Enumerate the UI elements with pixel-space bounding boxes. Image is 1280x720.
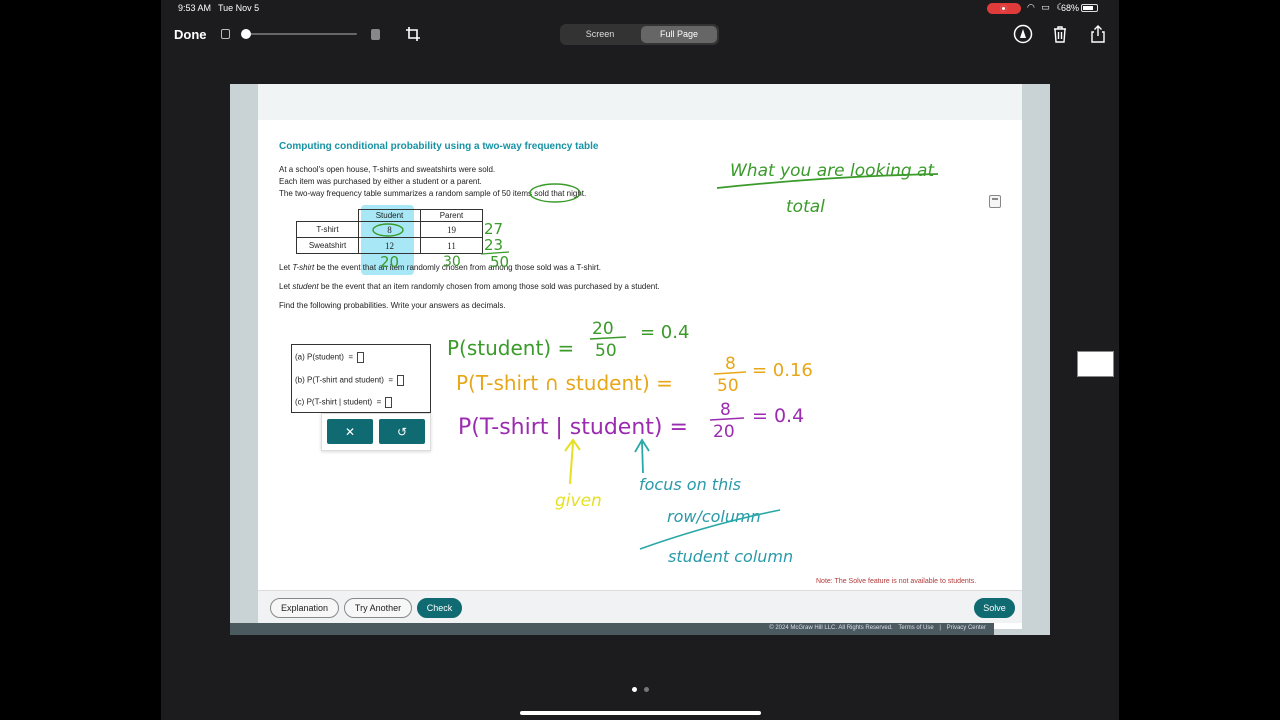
try-another-button[interactable]: Try Another xyxy=(344,598,412,618)
solve-note: Note: The Solve feature is not available… xyxy=(816,578,977,585)
event-tshirt-text: Let T-shirt be the event that an item ra… xyxy=(279,263,601,272)
ipad-screen: 9:53 AM Tue Nov 5 ◠ ▭ ☾ 68% Done Screen … xyxy=(161,0,1119,720)
copyright-text: © 2024 McGraw Hill LLC. All Rights Reser… xyxy=(769,625,893,631)
zoom-slider[interactable] xyxy=(244,33,357,35)
intro-line-3: The two-way frequency table summarizes a… xyxy=(279,189,587,198)
crop-icon[interactable] xyxy=(405,26,421,42)
zoom-slider-thumb[interactable] xyxy=(241,29,251,39)
col-header-student: Student xyxy=(358,209,421,222)
page-dot-active[interactable] xyxy=(632,687,637,692)
problem-title: Computing conditional probability using … xyxy=(279,141,599,152)
footer-separator: | xyxy=(939,625,941,631)
page-footer: © 2024 McGraw Hill LLC. All Rights Reser… xyxy=(230,623,994,635)
status-time: 9:53 AM xyxy=(178,3,212,13)
answer-a: (a) P(student) = xyxy=(295,352,365,363)
status-date: Tue Nov 5 xyxy=(218,3,260,13)
row-header-sweatshirt: Sweatshirt xyxy=(296,237,359,254)
answer-b-input[interactable] xyxy=(397,375,405,386)
solve-button[interactable]: Solve xyxy=(974,598,1015,618)
answer-c-input[interactable] xyxy=(385,397,393,408)
cell-sweatshirt-parent: 11 xyxy=(420,237,483,254)
trash-icon[interactable] xyxy=(1050,24,1070,44)
answer-a-input[interactable] xyxy=(357,352,365,363)
battery-icon xyxy=(1081,4,1098,12)
problem-page: Computing conditional probability using … xyxy=(258,84,1022,629)
shape-large-icon xyxy=(371,29,380,40)
event-student-text: Let student be the event that an item ra… xyxy=(279,282,660,291)
share-icon[interactable] xyxy=(1088,24,1108,44)
screen-recording-icon[interactable] xyxy=(987,3,1021,14)
screenshot-mode-toggle[interactable]: Screen Full Page xyxy=(560,24,719,45)
answer-c: (c) P(T-shirt | student) = xyxy=(295,397,393,408)
frequency-table: Student Parent T-shirt 8 19 Sweatshirt 1… xyxy=(296,209,483,254)
answer-panel: (a) P(student) = (b) P(T-shirt and stude… xyxy=(291,344,431,413)
intro-line-2: Each item was purchased by either a stud… xyxy=(279,177,482,186)
intro-line-1: At a school's open house, T-shirts and s… xyxy=(279,165,496,174)
done-button[interactable]: Done xyxy=(174,27,207,42)
terms-link[interactable]: Terms of Use xyxy=(898,625,933,631)
markup-pen-icon[interactable] xyxy=(1013,24,1033,44)
header-strip xyxy=(258,84,1022,120)
battery-percent: 68% xyxy=(1061,3,1080,13)
segment-full-page[interactable]: Full Page xyxy=(641,26,717,43)
undo-button[interactable]: ↺ xyxy=(379,419,425,444)
privacy-link[interactable]: Privacy Center xyxy=(947,625,986,631)
screenshot-preview: Computing conditional probability using … xyxy=(230,84,1050,635)
row-header-tshirt: T-shirt xyxy=(296,221,359,238)
instruction-text: Find the following probabilities. Write … xyxy=(279,301,506,310)
shape-small-icon xyxy=(221,29,230,39)
home-indicator[interactable] xyxy=(520,711,761,715)
cell-sweatshirt-student: 12 xyxy=(358,237,421,254)
explanation-button[interactable]: Explanation xyxy=(270,598,339,618)
col-header-parent: Parent xyxy=(420,209,483,222)
check-button[interactable]: Check xyxy=(417,598,462,618)
answer-keypad: ✕ ↺ xyxy=(321,413,431,451)
page-dot[interactable] xyxy=(644,687,649,692)
cell-tshirt-student: 8 xyxy=(358,221,421,238)
cell-tshirt-parent: 19 xyxy=(420,221,483,238)
segment-screen[interactable]: Screen xyxy=(562,26,638,43)
calculator-icon[interactable] xyxy=(989,195,1001,208)
answer-b: (b) P(T-shirt and student) = xyxy=(295,375,405,386)
action-bar: Explanation Try Another Check Solve xyxy=(258,590,1022,623)
page-thumbnail[interactable] xyxy=(1077,351,1114,377)
clear-button[interactable]: ✕ xyxy=(327,419,373,444)
